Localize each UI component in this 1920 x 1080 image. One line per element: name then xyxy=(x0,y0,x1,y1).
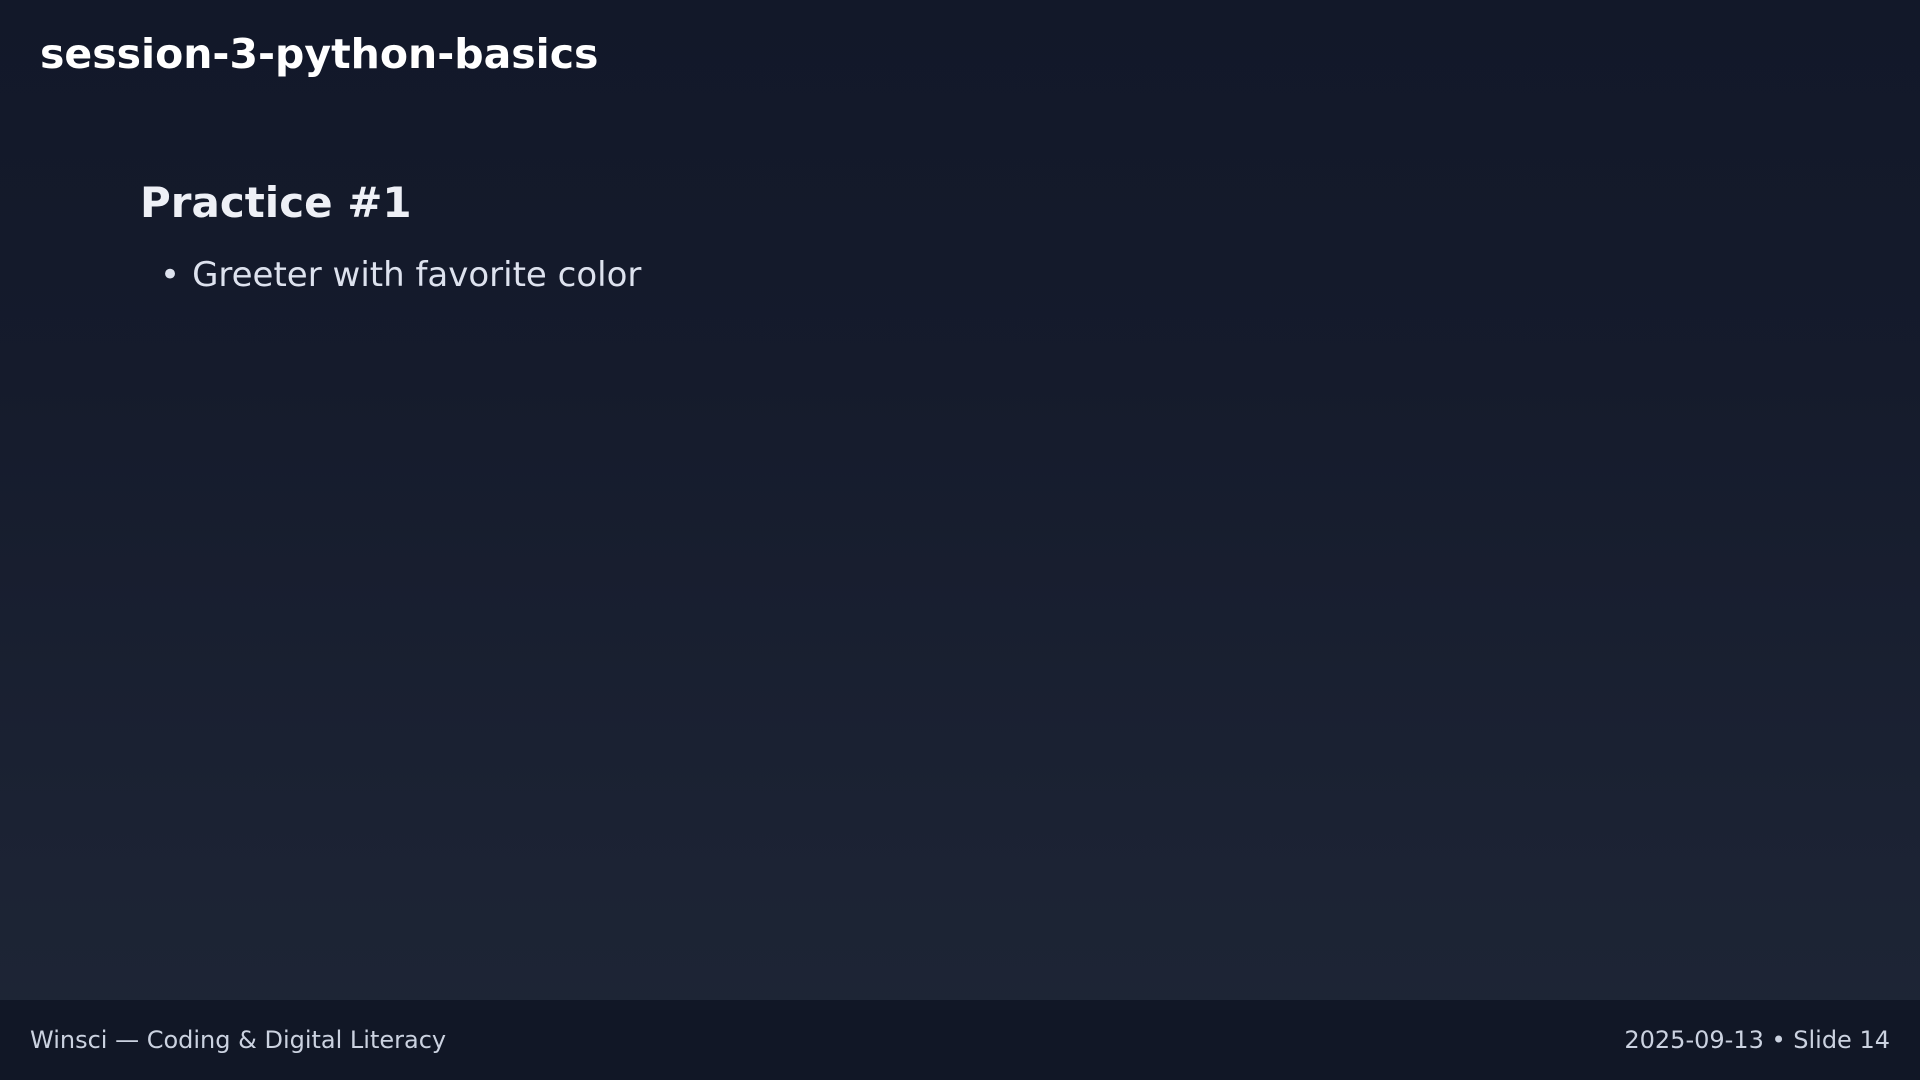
bullet-text: Greeter with favorite color xyxy=(192,255,642,295)
footer-date-slide-number: 2025-09-13 • Slide 14 xyxy=(1624,1026,1890,1054)
deck-title: session-3-python-basics xyxy=(40,30,599,78)
bullet-marker: • xyxy=(160,255,181,295)
bullet-item: • Greeter with favorite color xyxy=(160,253,641,297)
slide-footer: Winsci — Coding & Digital Literacy 2025-… xyxy=(0,1000,1920,1080)
bullet-list: • Greeter with favorite color xyxy=(160,253,641,297)
slide-heading: Practice #1 xyxy=(140,178,412,227)
footer-course-label: Winsci — Coding & Digital Literacy xyxy=(30,1026,447,1054)
